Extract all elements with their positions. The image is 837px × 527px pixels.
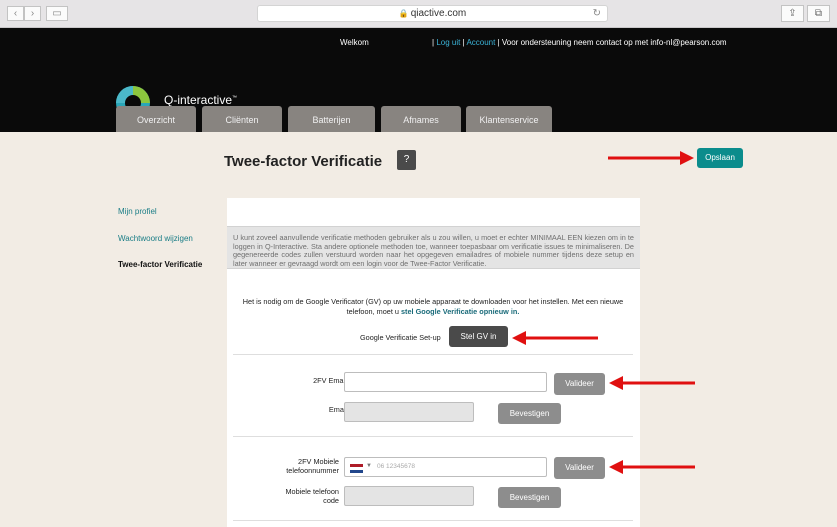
verification-panel: U kunt zoveel aanvullende verificatie me…: [227, 198, 640, 527]
brand-name: Q-interactive™: [164, 93, 237, 107]
tab-overzicht[interactable]: Overzicht: [116, 106, 196, 132]
logout-link[interactable]: Log uit: [436, 38, 460, 47]
reload-icon[interactable]: ↻: [593, 6, 601, 21]
tab-klantenservice[interactable]: Klantenservice: [466, 106, 552, 132]
setup-gv-button[interactable]: Stel GV in: [449, 326, 508, 347]
mobile-code-label-line1: Mobiele telefoon: [285, 487, 339, 496]
sidebar-item-twee-factor[interactable]: Twee-factor Verificatie: [118, 260, 202, 269]
site-header: Welkom | Log uit | Account | Voor onders…: [0, 28, 837, 132]
address-bar[interactable]: 🔒 qiactive.com ↻: [257, 5, 608, 22]
top-links: | Log uit | Account | Voor ondersteuning…: [432, 38, 727, 47]
gv-setup-label: Google Verificatie Set-up: [360, 333, 441, 342]
tab-clienten[interactable]: Cliënten: [202, 106, 282, 132]
forward-icon[interactable]: ›: [24, 6, 41, 21]
gv-instructions: Het is nodig om de Google Verificator (G…: [235, 297, 631, 317]
lock-icon: 🔒: [398, 9, 409, 18]
chevron-down-icon[interactable]: ▼: [366, 463, 372, 469]
welcome-text: Welkom: [340, 38, 369, 47]
separator: |: [497, 38, 500, 47]
red-arrow-icon: [609, 376, 695, 390]
red-arrow-icon: [512, 331, 598, 345]
divider: [233, 520, 633, 521]
separator: |: [462, 38, 465, 47]
back-icon[interactable]: ‹: [7, 6, 24, 21]
tab-afnames[interactable]: Afnames: [381, 106, 461, 132]
email-field[interactable]: [344, 372, 547, 392]
url-text: qiactive.com: [410, 8, 467, 19]
mobile-code-label-line2: code: [323, 496, 339, 505]
divider: [233, 354, 633, 355]
confirm-mobile-button[interactable]: Bevestigen: [498, 487, 561, 508]
email-code-field[interactable]: [344, 402, 474, 422]
help-button[interactable]: ?: [397, 150, 416, 170]
divider: [233, 436, 633, 437]
validate-email-button[interactable]: Valideer: [554, 373, 605, 395]
sidebar-item-wachtwoord[interactable]: Wachtwoord wijzigen: [118, 234, 193, 243]
mobile-placeholder: 06 12345678: [377, 463, 415, 470]
separator: |: [432, 38, 435, 47]
mobile-label-line1: 2FV Mobiele: [298, 457, 339, 466]
share-icon[interactable]: ⇪: [781, 5, 804, 22]
confirm-email-button[interactable]: Bevestigen: [498, 403, 561, 424]
mobile-phone-field[interactable]: ▼ 06 12345678: [344, 457, 547, 477]
intro-text: U kunt zoveel aanvullende verificatie me…: [227, 226, 640, 269]
trademark-mark: ™: [232, 95, 238, 101]
mobile-code-field[interactable]: [344, 486, 474, 506]
brand-text: Q-interactive: [164, 93, 233, 107]
sidebar-item-mijn-profiel[interactable]: Mijn profiel: [118, 207, 157, 216]
support-text: Voor ondersteuning neem contact op met i…: [501, 38, 727, 47]
validate-mobile-button[interactable]: Valideer: [554, 457, 605, 479]
save-button[interactable]: Opslaan: [697, 148, 743, 168]
account-link[interactable]: Account: [466, 38, 495, 47]
netherlands-flag-icon[interactable]: [350, 464, 363, 473]
mobile-code-label: Mobiele telefoon code: [247, 487, 339, 505]
tabs-overview-icon[interactable]: ⧉: [807, 5, 830, 22]
browser-toolbar: ‹ › ▭ 🔒 qiactive.com ↻ ⇪ ⧉: [0, 0, 837, 28]
page-title: Twee-factor Verificatie: [224, 153, 383, 170]
red-arrow-icon: [608, 151, 694, 165]
red-arrow-icon: [609, 460, 695, 474]
sidebar-icon[interactable]: ▭: [46, 6, 68, 21]
tab-batterijen[interactable]: Batterijen: [288, 106, 375, 132]
reset-gv-link[interactable]: stel Google Verificatie opnieuw in.: [401, 307, 519, 316]
mobile-label-line2: telefoonnummer: [286, 466, 339, 475]
mobile-label: 2FV Mobiele telefoonnummer: [247, 457, 339, 475]
